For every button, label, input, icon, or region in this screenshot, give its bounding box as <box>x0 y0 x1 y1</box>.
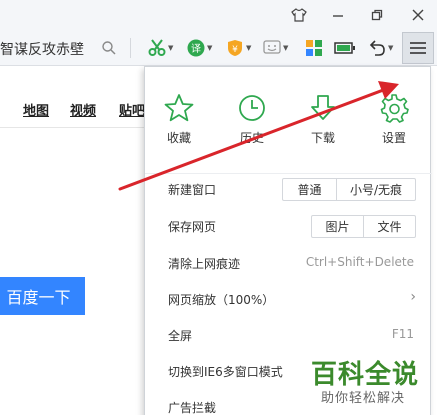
red-arrow-annotation <box>118 81 399 191</box>
